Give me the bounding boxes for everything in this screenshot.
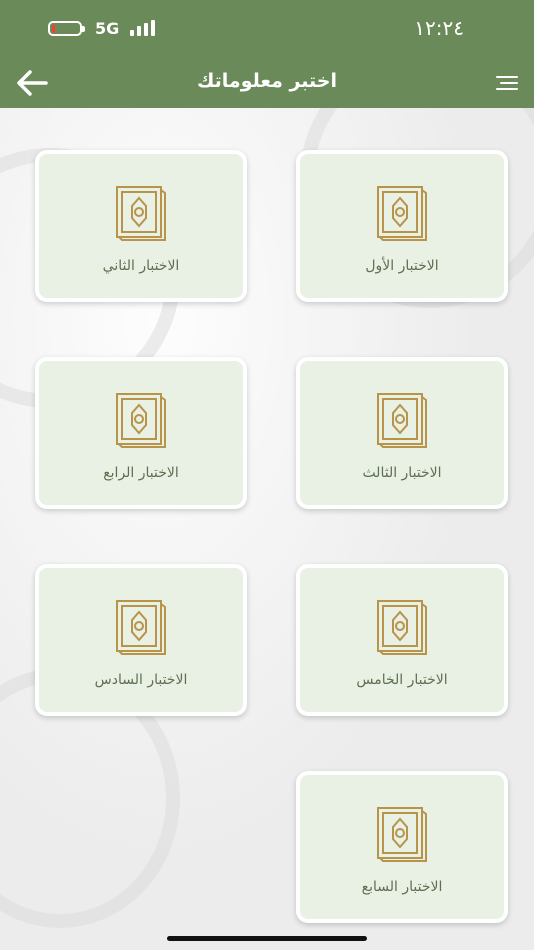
menu-icon — [496, 76, 518, 78]
quiz-card-label: الاختبار الرابع — [103, 465, 179, 481]
signal-icon — [130, 20, 160, 36]
book-icon — [116, 600, 166, 655]
quiz-card-label: الاختبار الخامس — [356, 672, 448, 688]
battery-icon — [48, 21, 85, 36]
quiz-card-label: الاختبار السابع — [361, 879, 443, 895]
network-type: 5G — [95, 19, 120, 38]
quiz-grid[interactable]: الاختبار الأول الاختبار الثاني الاختبار … — [0, 108, 534, 950]
book-icon — [377, 600, 427, 655]
quiz-card-5[interactable]: الاختبار الخامس — [296, 564, 508, 716]
quiz-card-label: الاختبار الأول — [365, 258, 439, 274]
quiz-card-label: الاختبار الثاني — [102, 258, 180, 274]
book-icon — [116, 393, 166, 448]
book-icon — [377, 807, 427, 862]
book-icon — [377, 393, 427, 448]
quiz-card-1[interactable]: الاختبار الأول — [296, 150, 508, 302]
book-icon — [116, 186, 166, 241]
quiz-card-2[interactable]: الاختبار الثاني — [35, 150, 247, 302]
home-indicator[interactable] — [167, 936, 367, 941]
status-time: ١٢:٢٤ — [414, 16, 464, 40]
quiz-card-3[interactable]: الاختبار الثالث — [296, 357, 508, 509]
book-icon — [377, 186, 427, 241]
status-bar: 5G ١٢:٢٤ — [0, 0, 534, 58]
quiz-card-label: الاختبار الثالث — [362, 465, 442, 481]
page-title: اختبر معلوماتك — [196, 70, 338, 92]
battery-level-fill — [52, 25, 55, 33]
quiz-card-4[interactable]: الاختبار الرابع — [35, 357, 247, 509]
quiz-card-label: الاختبار السادس — [94, 672, 188, 688]
menu-button[interactable] — [490, 70, 520, 96]
app-bar: اختبر معلوماتك — [0, 58, 534, 108]
quiz-card-6[interactable]: الاختبار السادس — [35, 564, 247, 716]
quiz-card-7[interactable]: الاختبار السابع — [296, 771, 508, 923]
